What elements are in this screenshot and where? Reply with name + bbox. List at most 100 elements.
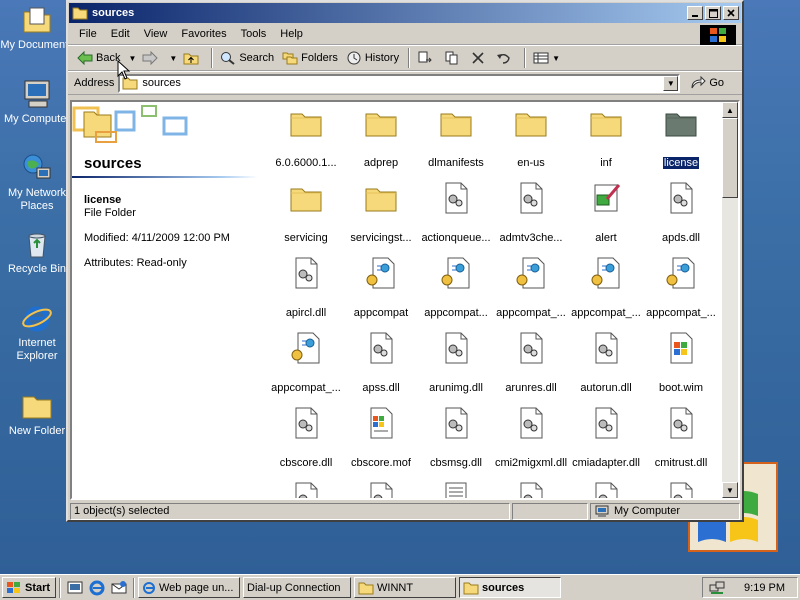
- file-item-cmitrust-dll[interactable]: cmitrust.dll: [642, 406, 720, 472]
- views-dropdown-icon: ▼: [552, 53, 561, 63]
- dll-icon: [370, 482, 393, 498]
- file-item-apss-dll[interactable]: apss.dll: [342, 331, 420, 397]
- file-item-appcompat[interactable]: appcompat: [342, 256, 420, 322]
- scroll-up-button[interactable]: ▲: [722, 102, 738, 118]
- file-item-boot-wim[interactable]: boot.wim: [642, 331, 720, 397]
- file-item-admtv3che[interactable]: admtv3che...: [492, 181, 570, 247]
- task-web-page[interactable]: Web page un...: [138, 577, 240, 598]
- folders-button[interactable]: Folders: [279, 47, 341, 69]
- file-item-autorun-dll[interactable]: autorun.dll: [567, 331, 645, 397]
- move-to-icon: [418, 51, 432, 63]
- folder-icon: [665, 113, 697, 137]
- dll-icon: [670, 407, 693, 439]
- file-item-cbsmsg-dll[interactable]: cbsmsg.dll: [417, 406, 495, 472]
- file-item-license[interactable]: license: [642, 106, 720, 172]
- forward-button[interactable]: [139, 47, 164, 69]
- file-item-actionqueue[interactable]: actionqueue...: [417, 181, 495, 247]
- file-item-6-0-6000-1[interactable]: 6.0.6000.1...: [267, 106, 345, 172]
- file-item-file[interactable]: [342, 481, 420, 498]
- folder-icon: [22, 396, 52, 419]
- desktop-icon-label: Internet Explorer: [16, 337, 58, 362]
- file-item-apds-dll[interactable]: apds.dll: [642, 181, 720, 247]
- file-item-appcompat[interactable]: appcompat_...: [492, 256, 570, 322]
- views-button[interactable]: ▼: [530, 47, 563, 69]
- explorer-window[interactable]: sources File Edit View Favorites Tools H…: [66, 0, 744, 522]
- file-item-cbscore-dll[interactable]: cbscore.dll: [267, 406, 345, 472]
- title-bar[interactable]: sources: [69, 3, 741, 23]
- internet-explorer-icon[interactable]: [88, 579, 106, 597]
- file-item-servicing[interactable]: servicing: [267, 181, 345, 247]
- copy-to-button[interactable]: [441, 47, 466, 69]
- file-item-alert[interactable]: alert: [567, 181, 645, 247]
- desktop-icon-internet-explorer[interactable]: Internet Explorer: [0, 302, 74, 363]
- up-folder-button[interactable]: [180, 47, 205, 69]
- scroll-down-button[interactable]: ▼: [722, 482, 738, 498]
- file-item-cbscore-mof[interactable]: cbscore.mof: [342, 406, 420, 472]
- folders-label: Folders: [301, 52, 338, 64]
- file-item-label: cmitrust.dll: [654, 457, 708, 469]
- desktop-icon-new-folder[interactable]: New Folder: [0, 390, 74, 438]
- undo-button[interactable]: [493, 47, 518, 69]
- menu-edit[interactable]: Edit: [104, 26, 137, 42]
- file-item-arunres-dll[interactable]: arunres.dll: [492, 331, 570, 397]
- start-button[interactable]: Start: [2, 577, 56, 598]
- file-item-cmi2migxml-dll[interactable]: cmi2migxml.dll: [492, 406, 570, 472]
- folder-icon: [365, 188, 397, 212]
- file-item-appcompat[interactable]: appcompat_...: [642, 256, 720, 322]
- file-item-dlmanifests[interactable]: dlmanifests: [417, 106, 495, 172]
- task-winnt[interactable]: WINNT: [354, 577, 456, 598]
- search-button[interactable]: Search: [217, 47, 277, 69]
- vertical-scrollbar[interactable]: ▲ ▼: [722, 102, 738, 498]
- file-item-label: autorun.dll: [580, 382, 632, 394]
- address-input[interactable]: sources ▼: [118, 73, 681, 93]
- folder-icon: [290, 188, 322, 212]
- file-item-inf[interactable]: inf: [567, 106, 645, 172]
- folder-icon: [290, 113, 322, 137]
- close-button[interactable]: [723, 6, 739, 20]
- file-item-cmiadapter-dll[interactable]: cmiadapter.dll: [567, 406, 645, 472]
- file-item-file[interactable]: [267, 481, 345, 498]
- file-item-label: inf: [600, 157, 612, 169]
- file-item-arunimg-dll[interactable]: arunimg.dll: [417, 331, 495, 397]
- file-item-file[interactable]: [492, 481, 570, 498]
- move-to-button[interactable]: [414, 47, 439, 69]
- minimize-button[interactable]: [687, 6, 703, 20]
- file-item-appcompat[interactable]: appcompat_...: [567, 256, 645, 322]
- menu-tools[interactable]: Tools: [234, 26, 274, 42]
- history-button[interactable]: History: [343, 47, 402, 69]
- menu-file[interactable]: File: [72, 26, 104, 42]
- delete-button[interactable]: [468, 47, 491, 69]
- file-item-adprep[interactable]: adprep: [342, 106, 420, 172]
- address-dropdown-button[interactable]: ▼: [663, 75, 679, 91]
- file-item-en-us[interactable]: en-us: [492, 106, 570, 172]
- maximize-button[interactable]: [705, 6, 721, 20]
- task-dial-up[interactable]: Dial-up Connection: [243, 577, 351, 598]
- forward-dropdown-icon[interactable]: ▼: [169, 54, 177, 63]
- show-desktop-icon[interactable]: [66, 579, 84, 597]
- network-status-icon[interactable]: [709, 581, 725, 595]
- task-sources[interactable]: sources: [459, 577, 561, 598]
- go-button[interactable]: Go: [690, 76, 724, 90]
- menu-favorites[interactable]: Favorites: [174, 26, 233, 42]
- folder-icon: [440, 113, 472, 137]
- menu-help[interactable]: Help: [273, 26, 310, 42]
- menu-view[interactable]: View: [137, 26, 175, 42]
- desktop-icon-network-places[interactable]: My Network Places: [0, 152, 74, 213]
- desktop-icon-my-computer[interactable]: My Computer: [0, 78, 74, 126]
- file-item-label: arunres.dll: [505, 382, 557, 394]
- file-item-label: apircl.dll: [285, 307, 327, 319]
- scroll-thumb[interactable]: [722, 118, 738, 198]
- desktop-icon-recycle-bin[interactable]: Recycle Bin: [0, 228, 74, 276]
- desktop-icon-my-documents[interactable]: My Documents: [0, 4, 74, 52]
- file-item-label: apss.dll: [362, 382, 400, 394]
- file-item-file[interactable]: [642, 481, 720, 498]
- file-item-appcompat[interactable]: appcompat...: [417, 256, 495, 322]
- clock[interactable]: 9:19 PM: [744, 582, 785, 594]
- file-item-appcompat[interactable]: appcompat_...: [267, 331, 345, 397]
- file-item-file[interactable]: [417, 481, 495, 498]
- file-item-label: apds.dll: [662, 232, 700, 244]
- file-item-apircl-dll[interactable]: apircl.dll: [267, 256, 345, 322]
- file-item-servicingst[interactable]: servicingst...: [342, 181, 420, 247]
- outlook-express-icon[interactable]: [110, 579, 128, 597]
- file-item-file[interactable]: [567, 481, 645, 498]
